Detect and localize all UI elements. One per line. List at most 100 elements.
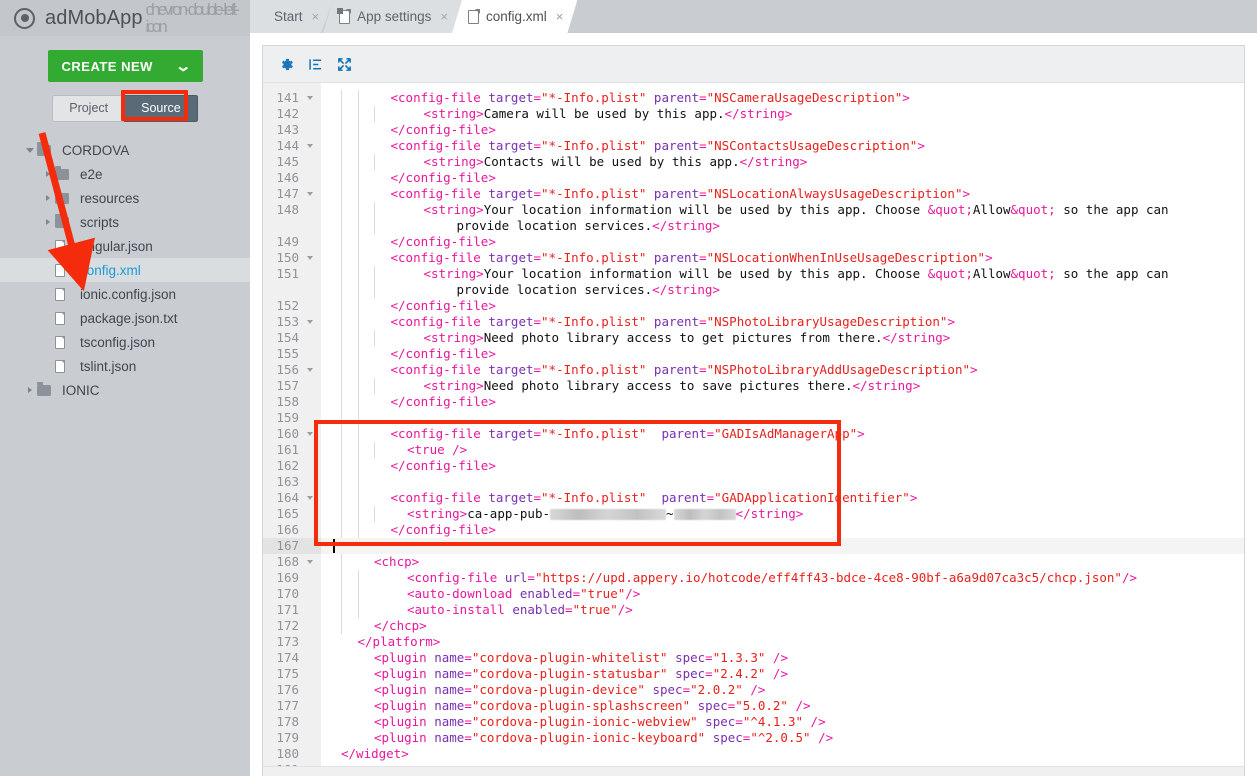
code-line: <plugin name="cordova-plugin-whitelist" … [321,650,1244,666]
indent-guide [357,602,359,618]
settings-doc-icon [339,10,350,24]
twisty-expanded-icon[interactable] [22,147,37,153]
code-token: "NSLocationAlwaysUsageDescription" [706,186,963,201]
code-line [321,538,1244,554]
indent-guide [341,234,342,250]
indent-guide [357,426,359,442]
code-token: target [488,490,534,505]
tree-item-config-xml[interactable]: config.xml [0,258,250,282]
line-number-145: 145 [276,154,299,169]
line-number-171: 171 [276,602,299,617]
indent-guide [341,570,342,586]
code-line: <config-file target="*-Info.plist" paren… [321,138,1244,154]
code-token: "cordova-plugin-ionic-keyboard" [471,730,706,745]
code-line: <string>Need photo library access to get… [321,330,1244,346]
line-number-163: 163 [276,474,299,489]
code-token: = [699,250,707,265]
close-icon[interactable]: × [440,10,448,23]
tree-item-e2e[interactable]: e2e [0,162,250,186]
line-number-165: 165 [276,506,299,521]
folder-icon [37,381,57,396]
tree-item-tsconfig-json[interactable]: tsconfig.json [0,330,250,354]
fold-toggle-icon[interactable] [307,496,313,500]
fold-toggle-icon[interactable] [307,320,313,324]
editor-tab-config-xml[interactable]: config.xml × [452,0,577,33]
code-token: <config-file [390,490,489,505]
code-token: provide location services. [456,282,653,297]
expand-icon[interactable] [337,57,352,72]
code-line: <string>ca-app-pub- ~ </string> [321,506,1244,522]
code-token: </config-file> [390,234,496,249]
indent-guide [357,410,359,426]
code-content[interactable]: <config-file target="*-Info.plist" paren… [321,83,1244,766]
code-token: spec [675,666,706,681]
line-number-173: 173 [276,634,299,649]
line-number-158: 158 [276,394,299,409]
twisty-collapsed-icon[interactable] [40,195,55,201]
fold-toggle-icon[interactable] [307,144,313,148]
tree-item-scripts[interactable]: scripts [0,210,250,234]
chevron-double-left-icon[interactable]: chevron-double-left-icon [143,0,240,37]
tree-item-tslint-json[interactable]: tslint.json [0,354,250,378]
tree-item-cordova[interactable]: CORDOVA [0,138,250,162]
indent-guide [357,202,359,218]
code-token: = [706,490,715,505]
code-token: parent [653,138,700,153]
code-token: <string> [423,202,484,217]
tree-item-resources[interactable]: resources [0,186,250,210]
code-token: "2.0.2" [690,682,743,697]
code-token: > [909,490,918,505]
twisty-collapsed-icon[interactable] [40,219,55,225]
twisty-collapsed-icon[interactable] [22,387,37,393]
close-icon[interactable]: × [312,10,320,23]
code-line: provide location services.</string> [321,218,1244,234]
fold-toggle-icon[interactable] [307,432,313,436]
indent-icon[interactable] [308,57,323,72]
indent-guide [341,378,342,394]
line-number-159: 159 [276,410,299,425]
fold-toggle-icon[interactable] [307,256,313,260]
app-root: adMobApp chevron-double-left-icon CREATE… [0,0,1257,776]
twisty-collapsed-icon[interactable] [40,171,55,177]
tab-source[interactable]: Source [124,95,198,122]
horizontal-scrollbar[interactable] [263,766,1244,776]
code-line: <config-file target="*-Info.plist" paren… [321,362,1244,378]
code-line: <config-file url="https://upd.appery.io/… [321,570,1244,586]
line-number-144: 144 [263,138,321,154]
editor-tab-start[interactable]: Start × [250,0,333,33]
code-token: = [735,714,743,729]
create-new-button[interactable]: CREATE NEW ⌄ [47,50,203,82]
editor-toolbar [263,46,1244,83]
tree-item-ionic-config-json[interactable]: ionic.config.json [0,282,250,306]
code-area[interactable]: 141 142 143 144 145 146 147 148 149 150 151 152 153 1… [263,83,1244,766]
code-token: spec [652,682,683,697]
indent-guide [374,506,375,522]
code-token: &quot; [927,266,973,281]
tree-item-package-json-txt[interactable]: package.json.txt [0,306,250,330]
close-icon[interactable]: × [556,10,564,23]
tree-item-ionic[interactable]: IONIC [0,378,250,402]
code-token: so the app can [1055,202,1169,217]
fold-toggle-icon[interactable] [307,368,313,372]
indent-guide [357,330,359,346]
code-token: </string> [652,282,720,297]
line-number-157: 157 [276,378,299,393]
fold-toggle-icon[interactable] [307,96,313,100]
code-token: <config-file [390,138,489,153]
code-token: = [464,650,472,665]
code-token: </config-file> [390,522,496,537]
editor-wrapper: 141 142 143 144 145 146 147 148 149 150 151 152 153 1… [250,33,1257,776]
fold-toggle-icon[interactable] [307,192,313,196]
fold-toggle-icon[interactable] [307,560,313,564]
editor-tab-app-settings[interactable]: App settings × [323,0,462,33]
gear-icon[interactable] [279,57,294,72]
indent-guide [341,458,342,474]
tab-project[interactable]: Project [52,95,125,122]
line-number-155: 155 [276,346,299,361]
tree-item-angular-json[interactable]: angular.json [0,234,250,258]
code-line [321,474,1244,490]
code-token: enabled [519,586,573,601]
code-line: </config-file> [321,122,1244,138]
line-number-152: 152 [276,298,299,313]
